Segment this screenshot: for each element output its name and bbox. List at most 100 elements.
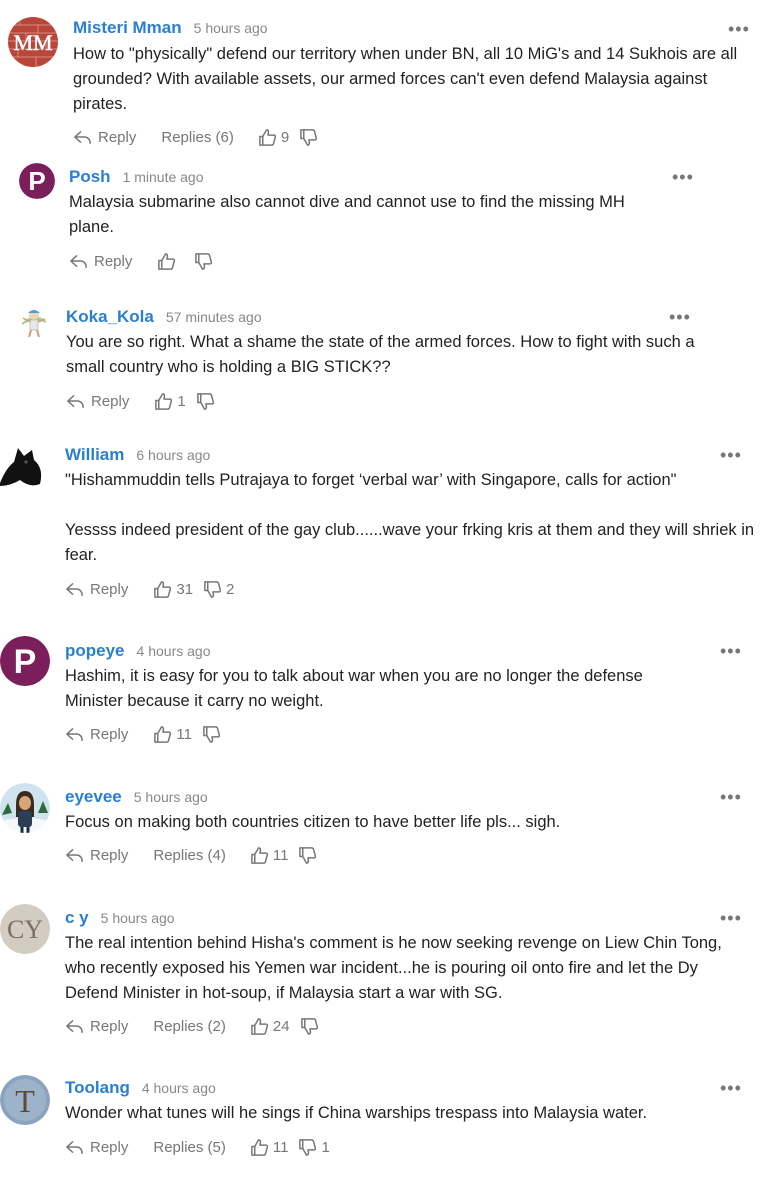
dislike-button[interactable] [300,1017,323,1036]
like-button[interactable]: 11 [250,1138,299,1157]
author-name[interactable]: Toolang [65,1078,130,1097]
comment-timestamp: 6 hours ago [136,447,211,463]
more-options-icon[interactable]: ••• [720,1079,742,1097]
reply-label: Reply [90,847,129,864]
more-options-icon[interactable]: ••• [720,788,742,806]
more-options-icon[interactable]: ••• [669,308,691,326]
reply-label: Reply [94,253,133,270]
thumbs-up-icon [251,1018,269,1035]
more-options-icon[interactable]: ••• [720,909,742,927]
comment-timestamp: 5 hours ago [133,789,208,805]
author-name[interactable]: Koka_Kola [66,307,154,326]
letter-p-avatar[interactable]: P [19,163,55,199]
reply-button[interactable]: Reply [69,252,132,271]
comment-text: How to "physically" defend our territory… [73,45,742,113]
author-name[interactable]: Misteri Mman [73,18,182,37]
comment-text: Hashim, it is easy for you to talk about… [65,667,648,710]
black-cat-avatar[interactable] [0,438,50,488]
replies-button[interactable]: Replies (6) [161,129,234,146]
replies-button[interactable]: Replies (4) [153,847,226,864]
reply-icon [70,255,87,268]
brick-wall-mm-avatar[interactable]: MM [8,17,58,67]
like-button[interactable]: 31 [153,580,203,599]
more-options-icon[interactable]: ••• [720,446,742,464]
comment-timestamp: 4 hours ago [141,1080,216,1096]
reply-button[interactable]: Reply [73,128,136,147]
reply-button[interactable]: Reply [65,580,128,599]
comment-timestamp: 5 hours ago [100,910,175,926]
replies-button[interactable]: Replies (2) [153,1018,226,1035]
reply-label: Reply [98,129,137,146]
like-count: 11 [176,726,192,743]
like-count: 1 [177,393,186,410]
like-button[interactable]: 9 [258,128,299,147]
letter-p-avatar[interactable]: P [0,636,50,686]
reply-label: Reply [90,581,129,598]
like-button[interactable]: 24 [250,1017,300,1036]
comment-text: The real intention behind Hisha's commen… [65,934,727,1002]
svg-text:P: P [28,166,45,196]
dislike-button[interactable] [299,128,322,147]
author-name[interactable]: eyevee [65,787,122,806]
comment-timestamp: 57 minutes ago [165,309,262,325]
reply-button[interactable]: Reply [65,1138,128,1157]
svg-text:CY: CY [7,915,43,944]
like-button[interactable]: 1 [154,392,195,411]
comment-text: Malaysia submarine also cannot dive and … [69,193,630,236]
stone-t-avatar[interactable]: T [0,1075,50,1125]
thumbs-up-icon [154,581,172,598]
author-name[interactable]: Posh [69,167,111,186]
thumbs-up-icon [251,847,269,864]
reply-icon [74,131,91,144]
reply-button[interactable]: Reply [65,846,128,865]
dislike-button[interactable]: 1 [298,1138,330,1157]
reply-button[interactable]: Reply [65,1017,128,1036]
more-options-icon[interactable]: ••• [720,642,742,660]
reply-button[interactable]: Reply [66,392,129,411]
more-options-icon[interactable]: ••• [728,20,750,38]
thumbs-down-icon [300,1018,318,1035]
comment-text: You are so right. What a shame the state… [66,333,700,376]
comment-timestamp: 5 hours ago [193,20,268,36]
comment-timestamp: 1 minute ago [122,169,204,185]
cartoon-figure-avatar[interactable] [16,303,52,339]
svg-text:P: P [14,643,37,681]
replies-button[interactable]: Replies (5) [153,1139,226,1156]
author-name[interactable]: c y [65,908,89,927]
comment-text: "Hishammuddin tells Putrajaya to forget … [65,471,755,564]
comment-timestamp: 4 hours ago [136,643,211,659]
reply-button[interactable]: Reply [65,725,128,744]
like-button[interactable]: 11 [153,725,202,744]
reply-icon [66,849,83,862]
thumbs-down-icon [195,253,213,270]
dislike-button[interactable]: 2 [203,580,234,599]
comment-text: Focus on making both countries citizen t… [65,813,561,831]
like-button[interactable] [157,252,180,271]
thumbs-down-icon [299,847,317,864]
dislike-button[interactable] [196,392,219,411]
author-name[interactable]: popeye [65,641,125,660]
more-options-icon[interactable]: ••• [672,168,694,186]
reply-icon [67,395,84,408]
dislike-button[interactable] [298,846,321,865]
author-name[interactable]: William [65,445,124,464]
svg-text:MM: MM [13,30,52,55]
thumbs-down-icon [204,581,222,598]
reply-label: Reply [90,1018,129,1035]
thumbs-up-icon [158,253,176,270]
like-button[interactable]: 11 [250,846,299,865]
svg-text:T: T [15,1083,35,1119]
like-count: 24 [272,1018,290,1035]
like-count: 11 [272,1139,289,1156]
thumbs-up-icon [251,1139,269,1156]
cartoon-girl-avatar[interactable] [0,783,50,833]
dislike-button[interactable] [194,252,217,271]
thumbs-up-icon [259,129,277,146]
thumbs-down-icon [196,393,214,410]
thumbs-down-icon [300,129,318,146]
stone-cy-avatar[interactable]: CY [0,904,50,954]
reply-label: Reply [90,1139,129,1156]
reply-icon [66,1141,83,1154]
reply-label: Reply [91,393,130,410]
dislike-button[interactable] [202,725,225,744]
